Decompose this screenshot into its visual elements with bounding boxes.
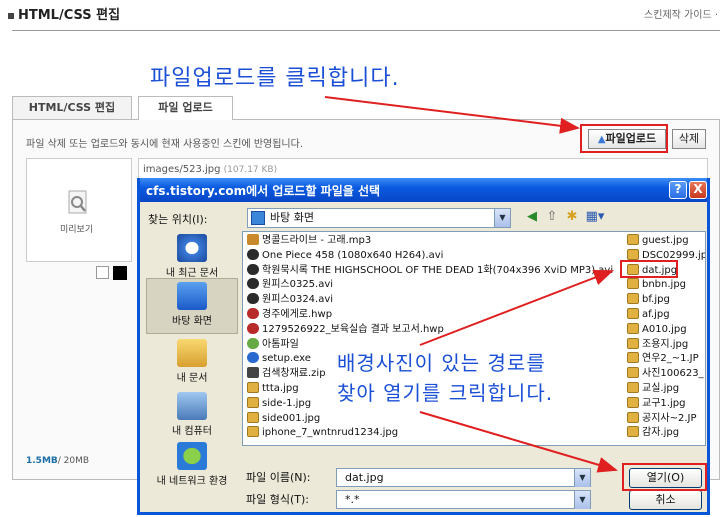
place-network[interactable]: 내 네트워크 환경 [146, 439, 238, 495]
header-divider [12, 30, 720, 31]
image-file-icon [627, 307, 639, 319]
file-type-select[interactable]: *.* ▼ [336, 490, 591, 509]
file-item[interactable]: 원피스0324.avi [247, 293, 613, 308]
image-file-icon [247, 396, 259, 408]
image-file-icon [627, 367, 639, 379]
file-type-label: 파일 형식(T): [246, 493, 309, 506]
quota-usage: 1.5MB/ 20MB [26, 456, 90, 466]
file-name-input[interactable]: dat.jpg ▼ [336, 468, 591, 487]
file-item[interactable]: guest.jpg [627, 234, 705, 249]
image-file-icon [627, 352, 639, 364]
hwp-file-icon [247, 307, 259, 319]
help-button[interactable]: ? [669, 181, 687, 199]
file-item[interactable]: side001.jpg [247, 411, 613, 427]
image-file-icon [247, 411, 259, 423]
place-my-documents[interactable]: 내 문서 [146, 336, 238, 392]
image-file-icon [247, 426, 259, 438]
file-item[interactable]: 1279526922_보육실습 결과 보고서.hwp [247, 322, 613, 338]
place-desktop[interactable]: 바탕 화면 [146, 278, 238, 334]
close-button[interactable]: X [689, 181, 707, 199]
image-file-icon [247, 381, 259, 393]
look-in-label: 찾는 위치(I): [148, 213, 208, 226]
cancel-button[interactable]: 취소 [629, 490, 702, 510]
image-file-icon [627, 322, 639, 334]
up-folder-icon[interactable]: ⇧ [544, 209, 560, 225]
selected-file-highlight [620, 260, 678, 278]
file-item[interactable]: bf.jpg [627, 293, 705, 308]
my-documents-icon [177, 339, 207, 367]
skin-guide-link[interactable]: 스킨제작 가이드 · [644, 6, 718, 21]
annotation-top: 파일업로드를 클릭합니다. [150, 66, 400, 91]
file-item[interactable]: 원피스0325.avi [247, 278, 613, 293]
image-file-icon [627, 426, 639, 438]
combo-dropdown-icon[interactable]: ▼ [494, 209, 510, 227]
desktop-small-icon [251, 211, 265, 225]
image-file-icon [627, 411, 639, 423]
network-icon [177, 442, 207, 470]
tab-html-css-edit[interactable]: HTML/CSS 편집 [12, 96, 132, 119]
folder-icon [247, 337, 259, 349]
image-file-icon [627, 293, 639, 305]
annotation-bottom: 배경사진이 있는 경로를 찾아 열기를 크릭합니다. [337, 351, 554, 405]
bullet-square-icon [8, 12, 14, 19]
upload-description: 파일 삭제 또는 업로드와 동시에 현재 사용중인 스킨에 반영됩니다. [26, 139, 304, 150]
white-swatch[interactable] [96, 266, 109, 279]
desktop-icon [177, 282, 207, 310]
black-swatch[interactable] [113, 266, 127, 280]
file-item[interactable]: 조용지.jpg [627, 337, 705, 353]
file-item[interactable]: bnbn.jpg [627, 278, 705, 293]
filename-dropdown-icon[interactable]: ▼ [574, 469, 590, 487]
file-item[interactable]: iphone_7_wntnrud1234.jpg [247, 426, 613, 441]
file-name-label: 파일 이름(N): [246, 471, 311, 484]
preview-label: 미리보기 [60, 225, 94, 235]
image-file-icon [627, 234, 639, 245]
file-item[interactable]: 경주에게로.hwp [247, 307, 613, 323]
file-item[interactable]: af.jpg [627, 307, 705, 323]
image-file-icon [627, 248, 639, 260]
back-icon[interactable]: ◀ [524, 209, 540, 225]
upload-button-highlight [580, 124, 668, 153]
file-item[interactable]: 학원묵시록 THE HIGHSCHOOL OF THE DEAD 1화(704x… [247, 263, 613, 279]
file-item[interactable]: 사진100623_ [627, 367, 705, 382]
my-computer-icon [177, 392, 207, 420]
file-item[interactable]: 명콜드라이브 - 고래.mp3 [247, 234, 613, 249]
recent-docs-icon [177, 234, 207, 262]
video-file-icon [247, 248, 259, 260]
hwp-file-icon [247, 322, 259, 334]
exe-file-icon [247, 352, 259, 364]
view-menu-icon[interactable]: ▦▾ [584, 209, 606, 225]
new-folder-icon[interactable]: ✱ [564, 209, 580, 225]
file-column-left: 명콜드라이브 - 고래.mp3 One Piece 458 (1080x640 … [247, 234, 613, 441]
filetype-dropdown-icon[interactable]: ▼ [574, 491, 590, 509]
image-file-icon [627, 396, 639, 408]
file-item[interactable]: 연우2_~1.JP [627, 352, 705, 367]
image-file-icon [627, 337, 639, 349]
uploaded-file-item[interactable]: images/523.jpg (107.17 KB) [143, 164, 277, 175]
video-file-icon [247, 263, 259, 275]
page-title: HTML/CSS 편집 [8, 4, 120, 23]
file-item[interactable]: One Piece 458 (1080x640 H264).avi [247, 248, 613, 264]
delete-button[interactable]: 삭제 [672, 129, 706, 149]
magnifier-icon [68, 190, 87, 214]
file-item[interactable]: 교구1.jpg [627, 396, 705, 412]
zip-file-icon [247, 367, 259, 379]
image-file-icon [627, 381, 639, 393]
look-in-combo[interactable]: 바탕 화면 ▼ [247, 208, 511, 228]
image-file-icon [627, 278, 639, 290]
mp3-file-icon [247, 234, 259, 245]
file-item[interactable]: 교실.jpg [627, 381, 705, 397]
tab-file-upload[interactable]: 파일 업로드 [138, 96, 233, 120]
video-file-icon [247, 293, 259, 305]
open-button-highlight [622, 463, 707, 491]
file-item[interactable]: 감자.jpg [627, 426, 705, 441]
place-my-computer[interactable]: 내 컴퓨터 [146, 389, 238, 445]
video-file-icon [247, 278, 259, 290]
file-item[interactable]: A010.jpg [627, 322, 705, 338]
open-file-dialog: cfs.tistory.com에서 업로드할 파일을 선택 ? X 찾는 위치(… [137, 178, 710, 515]
places-bar: 내 최근 문서 바탕 화면 내 문서 내 컴퓨터 내 네트워크 환경 [146, 231, 238, 487]
file-item[interactable]: 공지사~2.JP [627, 411, 705, 427]
dialog-title: cfs.tistory.com에서 업로드할 파일을 선택 [146, 184, 381, 198]
